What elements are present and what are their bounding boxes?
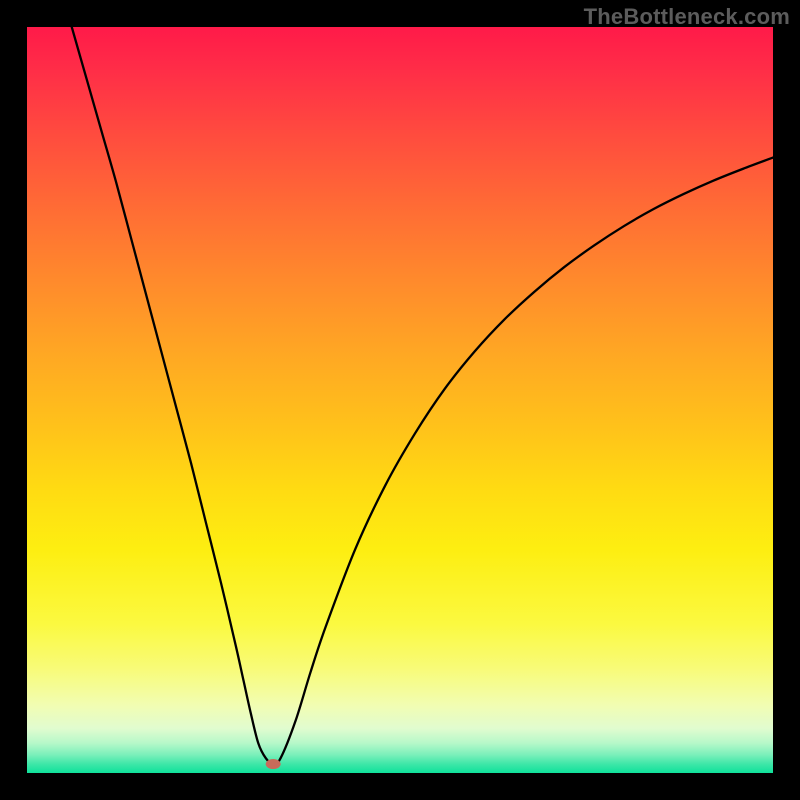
chart-frame: TheBottleneck.com — [0, 0, 800, 800]
attribution-text: TheBottleneck.com — [584, 4, 790, 30]
curve-svg — [27, 27, 773, 773]
curve-layer — [27, 27, 773, 773]
bottleneck-curve — [72, 27, 773, 764]
optimal-point-marker — [266, 759, 281, 769]
plot-area — [27, 27, 773, 773]
